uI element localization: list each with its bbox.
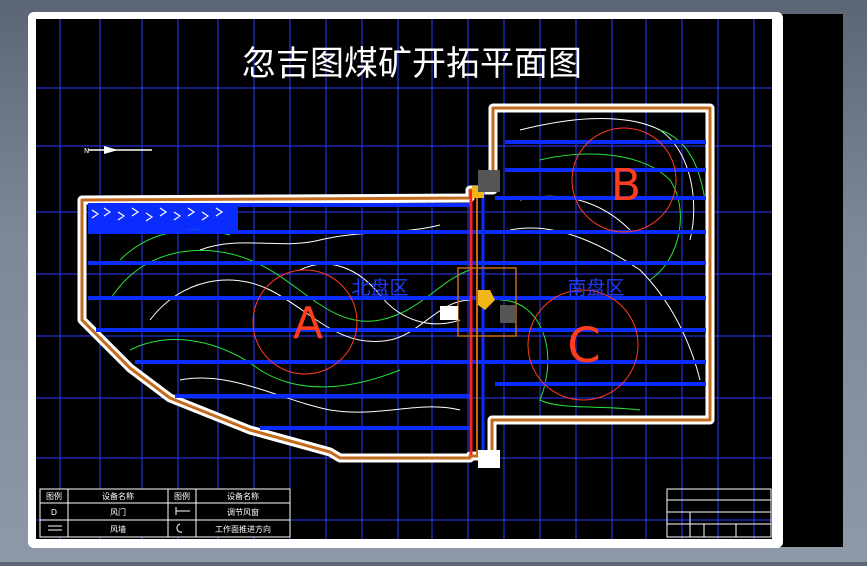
legend-row2-name-2: 工作面推进方向 — [215, 524, 271, 534]
viewport-margin — [780, 14, 843, 547]
marker-a: A — [293, 298, 323, 349]
goaf-strip — [88, 204, 238, 230]
legend-header-symbol-1: 图例 — [46, 491, 62, 501]
drawing-title: 忽吉图煤矿开拓平面图 — [242, 44, 582, 84]
legend-header-name-1: 设备名称 — [102, 491, 134, 501]
north-panel-label: 北盘区 — [351, 277, 408, 299]
legend-header-name-2: 设备名称 — [227, 491, 259, 501]
mine-plan-drawing: 忽吉图煤矿开拓平面图 N A B C 北盘区 南盘区 图例 设备名称 图例 设备… — [28, 12, 843, 548]
drawing-viewport: 忽吉图煤矿开拓平面图 N A B C 北盘区 南盘区 图例 设备名称 图例 设备… — [0, 0, 867, 562]
south-panel-label: 南盘区 — [567, 277, 624, 299]
marker-b: B — [611, 160, 641, 211]
svg-text:N: N — [84, 147, 89, 155]
marker-c: C — [567, 318, 601, 374]
legend-row2-name: 风墙 — [110, 524, 126, 534]
legend-header-symbol-2: 图例 — [174, 491, 190, 501]
legend-row1-name-2: 调节风窗 — [227, 507, 259, 517]
legend-row1-name: 风门 — [110, 507, 126, 517]
legend-row1-symbol: D — [51, 508, 57, 517]
